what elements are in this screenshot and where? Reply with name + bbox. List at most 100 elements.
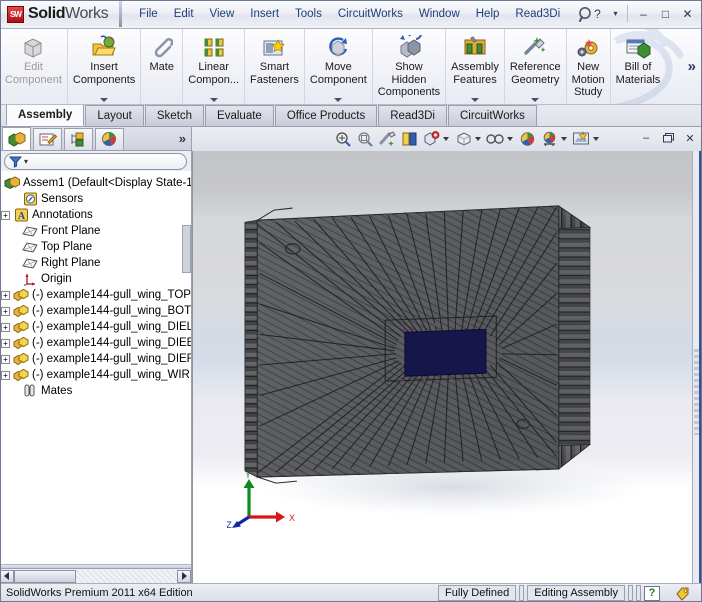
- view-display-style-icon[interactable]: [421, 129, 442, 149]
- status-spacer-3: [636, 585, 641, 601]
- tree-item-component-dief[interactable]: + (-) example144-gull_wing_DIEF: [0, 351, 191, 367]
- tree-item-right-plane[interactable]: Right Plane: [0, 255, 191, 271]
- tab-circuitworks[interactable]: CircuitWorks: [447, 105, 537, 126]
- chevron-down-icon[interactable]: [442, 137, 449, 141]
- ribbon-label: Insert Components: [72, 61, 136, 86]
- chevron-down-icon[interactable]: [209, 98, 218, 102]
- ribbon-bill-of-materials[interactable]: Bill of Materials: [611, 29, 666, 103]
- graphics-viewport[interactable]: Y X Z: [192, 151, 702, 583]
- ribbon-edit-component[interactable]: Edit Component: [0, 29, 68, 103]
- tree-item-component-wir[interactable]: + (-) example144-gull_wing_WIR: [0, 367, 191, 383]
- view-edit-appearance-icon[interactable]: [485, 129, 506, 149]
- filter-caret-icon[interactable]: ▾: [24, 157, 28, 166]
- ribbon-overflow-button[interactable]: »: [680, 58, 702, 75]
- ribbon-label: Linear Compon...: [188, 61, 239, 86]
- view-view-settings-icon[interactable]: [571, 129, 592, 149]
- panel-tab-display-manager[interactable]: [95, 128, 124, 150]
- view-apply-scene-icon[interactable]: [517, 129, 538, 149]
- hscroll-track[interactable]: [76, 569, 177, 583]
- menu-read3di[interactable]: Read3Di: [507, 5, 568, 23]
- ribbon-new-motion-study[interactable]: New Motion Study: [567, 29, 611, 103]
- view-zoom-to-fit-icon[interactable]: [333, 129, 354, 149]
- tree-item-assem1[interactable]: Assem1 (Default<Display State-1>: [0, 175, 191, 191]
- panel-tab-configuration-manager[interactable]: [64, 128, 93, 150]
- document-restore-button[interactable]: [658, 129, 678, 147]
- menu-file[interactable]: File: [131, 5, 166, 23]
- panel-tabs-overflow[interactable]: »: [179, 131, 191, 146]
- document-minimize-button[interactable]: –: [636, 129, 656, 147]
- menu-tools[interactable]: Tools: [287, 5, 330, 23]
- help-status-icon[interactable]: ?: [644, 585, 660, 601]
- menu-circuitworks[interactable]: CircuitWorks: [330, 5, 411, 23]
- tree-item-component-diel[interactable]: + (-) example144-gull_wing_DIEL: [0, 319, 191, 335]
- tree-filter-input[interactable]: ▾: [4, 153, 187, 170]
- tab-sketch[interactable]: Sketch: [144, 105, 205, 126]
- menu-insert[interactable]: Insert: [242, 5, 287, 23]
- menu-view[interactable]: View: [202, 5, 243, 23]
- tree-vertical-scrollbar[interactable]: [182, 225, 191, 273]
- ribbon-reference-geometry[interactable]: Reference Geometry: [505, 29, 567, 103]
- hscroll-thumb[interactable]: [14, 569, 76, 583]
- tree-horizontal-scrollbar[interactable]: [0, 568, 191, 583]
- tree-item-component-dieb[interactable]: + (-) example144-gull_wing_DIEB: [0, 335, 191, 351]
- chevron-down-icon[interactable]: [506, 137, 513, 141]
- ribbon-linear-component-pattern[interactable]: Linear Compon...: [183, 29, 245, 103]
- tree-item-annotations[interactable]: + A Annotations: [0, 207, 191, 223]
- tab-layout[interactable]: Layout: [85, 105, 144, 126]
- tree-item-front-plane[interactable]: Front Plane: [0, 223, 191, 239]
- view-view-orientation-icon[interactable]: [399, 129, 420, 149]
- ribbon-smart-fasteners[interactable]: Smart Fasteners: [245, 29, 305, 103]
- view-section-view-icon[interactable]: [377, 129, 398, 149]
- minimize-button[interactable]: –: [633, 4, 654, 23]
- menu-help[interactable]: Help: [468, 5, 508, 23]
- ribbon-label: Bill of Materials: [615, 61, 661, 86]
- ribbon-show-hidden-components[interactable]: Show Hidden Components: [373, 29, 447, 103]
- tab-evaluate[interactable]: Evaluate: [205, 105, 274, 126]
- chevron-down-icon[interactable]: [531, 98, 540, 102]
- help-button[interactable]: ?: [587, 4, 608, 23]
- filter-text-input[interactable]: [30, 155, 151, 168]
- view-apply-scene-2-icon[interactable]: [539, 129, 560, 149]
- chevron-down-icon[interactable]: [474, 137, 481, 141]
- ribbon-assembly-features[interactable]: Assembly Features: [446, 29, 505, 103]
- maximize-button[interactable]: □: [655, 4, 676, 23]
- tab-assembly[interactable]: Assembly: [6, 104, 85, 126]
- title-bar: SW SolidWorks File Edit View Insert Tool…: [0, 0, 702, 29]
- chevron-down-icon[interactable]: [560, 137, 567, 141]
- brand-solid: Solid: [28, 5, 66, 22]
- tag-icon[interactable]: [670, 586, 696, 601]
- menu-edit[interactable]: Edit: [166, 5, 202, 23]
- tree-item-sensors[interactable]: Sensors: [0, 191, 191, 207]
- expander-toggle[interactable]: +: [1, 306, 10, 316]
- view-zoom-to-area-icon[interactable]: [355, 129, 376, 149]
- view-hide-show-items-icon[interactable]: [453, 129, 474, 149]
- expander-toggle[interactable]: +: [1, 290, 10, 300]
- hscroll-left-arrow[interactable]: [0, 569, 14, 583]
- ribbon-insert-components[interactable]: Insert Components: [68, 29, 142, 103]
- chevron-down-icon[interactable]: [592, 137, 599, 141]
- document-close-button[interactable]: ✕: [680, 129, 700, 147]
- panel-tab-feature-manager[interactable]: [2, 127, 31, 150]
- chevron-down-icon[interactable]: [471, 98, 480, 102]
- hscroll-right-arrow[interactable]: [177, 569, 191, 583]
- tab-office-products[interactable]: Office Products: [274, 105, 378, 126]
- tree-item-top-plane[interactable]: Top Plane: [0, 239, 191, 255]
- ribbon-move-component[interactable]: Move Component: [305, 29, 373, 103]
- expander-toggle[interactable]: +: [1, 338, 10, 348]
- tree-item-origin[interactable]: Origin: [0, 271, 191, 287]
- expander-toggle[interactable]: +: [1, 322, 10, 332]
- expander-toggle[interactable]: +: [1, 354, 10, 364]
- expander-toggle[interactable]: +: [1, 370, 10, 380]
- close-button[interactable]: ✕: [677, 4, 698, 23]
- tab-read3di[interactable]: Read3Di: [378, 105, 447, 126]
- help-dropdown-caret-icon[interactable]: ▾: [609, 4, 622, 23]
- tree-item-component-bot[interactable]: + (-) example144-gull_wing_BOT: [0, 303, 191, 319]
- tree-item-mates[interactable]: Mates: [0, 383, 191, 399]
- panel-tab-property-manager[interactable]: [33, 128, 62, 150]
- ribbon-mate[interactable]: Mate: [141, 29, 184, 103]
- chevron-down-icon[interactable]: [100, 98, 109, 102]
- menu-window[interactable]: Window: [411, 5, 468, 23]
- expander-toggle[interactable]: +: [1, 210, 10, 220]
- tree-item-component-top[interactable]: + (-) example144-gull_wing_TOP: [0, 287, 191, 303]
- chevron-down-icon[interactable]: [334, 98, 343, 102]
